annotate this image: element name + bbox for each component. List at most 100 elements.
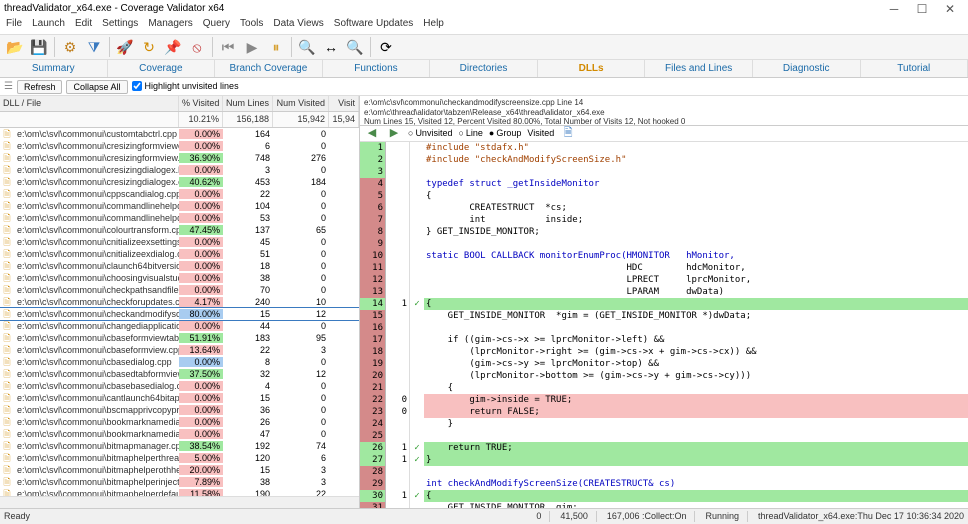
- file-row[interactable]: 🗎e:\om\c\svl\commonui\checkforupdates.cp…: [0, 296, 359, 308]
- file-row[interactable]: 🗎e:\om\c\svl\commonui\bitmaphelperinject…: [0, 476, 359, 488]
- group-radio[interactable]: ● Group: [489, 128, 521, 139]
- launch-icon[interactable]: 🚀: [114, 36, 136, 58]
- zoom-in-icon[interactable]: 🔍: [296, 36, 318, 58]
- col-file[interactable]: DLL / File: [0, 96, 179, 111]
- stop-icon[interactable]: ⦸: [186, 36, 208, 58]
- file-row[interactable]: 🗎e:\om\c\svl\commonui\cnitializeexsettin…: [0, 236, 359, 248]
- file-row[interactable]: 🗎e:\om\c\svl\commonui\bitmapmanager.cpp3…: [0, 440, 359, 452]
- tab-tutorial[interactable]: Tutorial: [861, 60, 968, 77]
- file-row[interactable]: 🗎e:\om\c\svl\commonui\bscmapprivcopyprog…: [0, 404, 359, 416]
- source-line[interactable]: 7 int inside;: [360, 214, 968, 226]
- file-row[interactable]: 🗎e:\om\c\svl\commonui\colourtransform.cp…: [0, 224, 359, 236]
- file-row[interactable]: 🗎e:\om\c\svl\commonui\choosingvisualstud…: [0, 272, 359, 284]
- minimize-button[interactable]: ─: [880, 2, 908, 16]
- step-back-icon[interactable]: ⏮: [217, 36, 239, 58]
- pause-icon[interactable]: ⏸: [265, 36, 287, 58]
- source-line[interactable]: 12 LPRECT lprcMonitor,: [360, 274, 968, 286]
- file-row[interactable]: 🗎e:\om\c\svl\commonui\bookmarknamedialog…: [0, 428, 359, 440]
- source-line[interactable]: 6 CREATESTRUCT *cs;: [360, 202, 968, 214]
- menu-launch[interactable]: Launch: [32, 18, 65, 34]
- source-line[interactable]: 10static BOOL CALLBACK monitorEnumProc(H…: [360, 250, 968, 262]
- tab-files-and-lines[interactable]: Files and Lines: [645, 60, 753, 77]
- pin-icon[interactable]: 📌: [162, 36, 184, 58]
- file-row[interactable]: 🗎e:\om\c\svl\commonui\bitmaphelperothher…: [0, 464, 359, 476]
- tab-dlls[interactable]: DLLs: [538, 60, 646, 77]
- file-row[interactable]: 🗎e:\om\c\svl\commonui\checkandmodifyscre…: [0, 308, 359, 320]
- file-row[interactable]: 🗎e:\om\c\svl\commonui\cresizingdialogex.…: [0, 176, 359, 188]
- file-row[interactable]: 🗎e:\om\c\svl\commonui\commandlinehelpdat…: [0, 212, 359, 224]
- source-line[interactable]: 261✓ return TRUE;: [360, 442, 968, 454]
- file-row[interactable]: 🗎e:\om\c\svl\commonui\cbasedialog.cpp0.0…: [0, 356, 359, 368]
- tab-diagnostic[interactable]: Diagnostic: [753, 60, 861, 77]
- zoom-fit-icon[interactable]: ↔: [320, 36, 342, 58]
- source-line[interactable]: 271✓}: [360, 454, 968, 466]
- tab-branch-coverage[interactable]: Branch Coverage: [215, 60, 323, 77]
- tree-view-icon[interactable]: ☰: [4, 81, 13, 93]
- file-row[interactable]: 🗎e:\om\c\svl\commonui\cresizingformviewe…: [0, 140, 359, 152]
- next-icon[interactable]: ▶: [386, 127, 402, 141]
- source-line[interactable]: 301✓{: [360, 490, 968, 502]
- source-line[interactable]: 28: [360, 466, 968, 478]
- file-row[interactable]: 🗎e:\om\c\svl\commonui\cbaseformview.cpp1…: [0, 344, 359, 356]
- tab-directories[interactable]: Directories: [430, 60, 538, 77]
- unvisited-radio[interactable]: ○ Unvisited: [408, 128, 452, 139]
- file-row[interactable]: 🗎e:\om\c\svl\commonui\cnitializeexdialog…: [0, 248, 359, 260]
- menu-tools[interactable]: Tools: [240, 18, 263, 34]
- menu-query[interactable]: Query: [203, 18, 230, 34]
- file-row[interactable]: 🗎e:\om\c\svl\commonui\bitmaphelperdefaul…: [0, 488, 359, 496]
- zoom-out-icon[interactable]: 🔍: [344, 36, 366, 58]
- maximize-button[interactable]: ☐: [908, 2, 936, 16]
- file-row[interactable]: 🗎e:\om\c\svl\commonui\bookmarknamedialog…: [0, 416, 359, 428]
- file-row[interactable]: 🗎e:\om\c\svl\commonui\cbaseformviewtab.c…: [0, 332, 359, 344]
- file-row[interactable]: 🗎e:\om\c\svl\commonui\claunch64bitversio…: [0, 260, 359, 272]
- col-visited[interactable]: Num Visited: [273, 96, 329, 111]
- source-line[interactable]: 29int checkAndModifyScreenSize(CREATESTR…: [360, 478, 968, 490]
- source-line[interactable]: 8} GET_INSIDE_MONITOR;: [360, 226, 968, 238]
- source-line[interactable]: 18 (lprcMonitor->right >= (gim->cs->x + …: [360, 346, 968, 358]
- collapse-all-button[interactable]: Collapse All: [66, 80, 127, 94]
- save-icon[interactable]: 💾: [28, 36, 50, 58]
- filter-icon[interactable]: ⧩: [83, 36, 105, 58]
- line-radio[interactable]: ○ Line: [458, 128, 482, 139]
- file-row[interactable]: 🗎e:\om\c\svl\commonui\bitmaphelperthread…: [0, 452, 359, 464]
- source-line[interactable]: 1#include "stdafx.h": [360, 142, 968, 154]
- close-button[interactable]: ✕: [936, 2, 964, 16]
- file-row[interactable]: 🗎e:\om\c\svl\commonui\customtabctrl.cpp0…: [0, 128, 359, 140]
- menu-settings[interactable]: Settings: [102, 18, 138, 34]
- refresh-small-icon[interactable]: ↻: [138, 36, 160, 58]
- source-lines[interactable]: 1#include "stdafx.h"2#include "checkAndM…: [360, 142, 968, 508]
- file-row[interactable]: 🗎e:\om\c\svl\commonui\cbasedtabformview.…: [0, 368, 359, 380]
- menu-managers[interactable]: Managers: [148, 18, 192, 34]
- source-line[interactable]: 220 gim->inside = TRUE;: [360, 394, 968, 406]
- file-row[interactable]: 🗎e:\om\c\svl\commonui\cresizingformview.…: [0, 152, 359, 164]
- file-row[interactable]: 🗎e:\om\c\svl\commonui\cresizingdialogex.…: [0, 164, 359, 176]
- source-line[interactable]: 141✓{: [360, 298, 968, 310]
- open-icon[interactable]: 📂: [4, 36, 26, 58]
- source-line[interactable]: 11 HDC hdcMonitor,: [360, 262, 968, 274]
- menu-help[interactable]: Help: [423, 18, 444, 34]
- source-line[interactable]: 15 GET_INSIDE_MONITOR *gim = (GET_INSIDE…: [360, 310, 968, 322]
- file-row[interactable]: 🗎e:\om\c\svl\commonui\cbasebasedialog.cp…: [0, 380, 359, 392]
- source-line[interactable]: 20 (lprcMonitor->bottom >= (gim->cs->y +…: [360, 370, 968, 382]
- file-row[interactable]: 🗎e:\om\c\svl\commonui\changediapplicatio…: [0, 320, 359, 332]
- source-line[interactable]: 21 {: [360, 382, 968, 394]
- tab-coverage[interactable]: Coverage: [108, 60, 216, 77]
- source-line[interactable]: 13 LPARAM dwData): [360, 286, 968, 298]
- file-row[interactable]: 🗎e:\om\c\svl\commonui\commandlinehelpdia…: [0, 200, 359, 212]
- prev-icon[interactable]: ◀: [364, 127, 380, 141]
- gear-icon[interactable]: ⚙: [59, 36, 81, 58]
- col-lines[interactable]: Num Lines: [223, 96, 273, 111]
- file-row[interactable]: 🗎e:\om\c\svl\commonui\checkpathsandfiles…: [0, 284, 359, 296]
- source-line[interactable]: 17 if ((gim->cs->x >= lprcMonitor->left)…: [360, 334, 968, 346]
- highlight-checkbox-input[interactable]: [132, 81, 142, 91]
- grid-body[interactable]: 🗎e:\om\c\svl\commonui\customtabctrl.cpp0…: [0, 128, 359, 496]
- col-pct[interactable]: % Visited: [179, 96, 223, 111]
- reset-icon[interactable]: ⟳: [375, 36, 397, 58]
- tab-summary[interactable]: Summary: [0, 60, 108, 77]
- source-line[interactable]: 9: [360, 238, 968, 250]
- source-line[interactable]: 4typedef struct _getInsideMonitor: [360, 178, 968, 190]
- play-icon[interactable]: ▶: [241, 36, 263, 58]
- menu-software-updates[interactable]: Software Updates: [334, 18, 414, 34]
- tab-functions[interactable]: Functions: [323, 60, 431, 77]
- refresh-button[interactable]: Refresh: [17, 80, 63, 94]
